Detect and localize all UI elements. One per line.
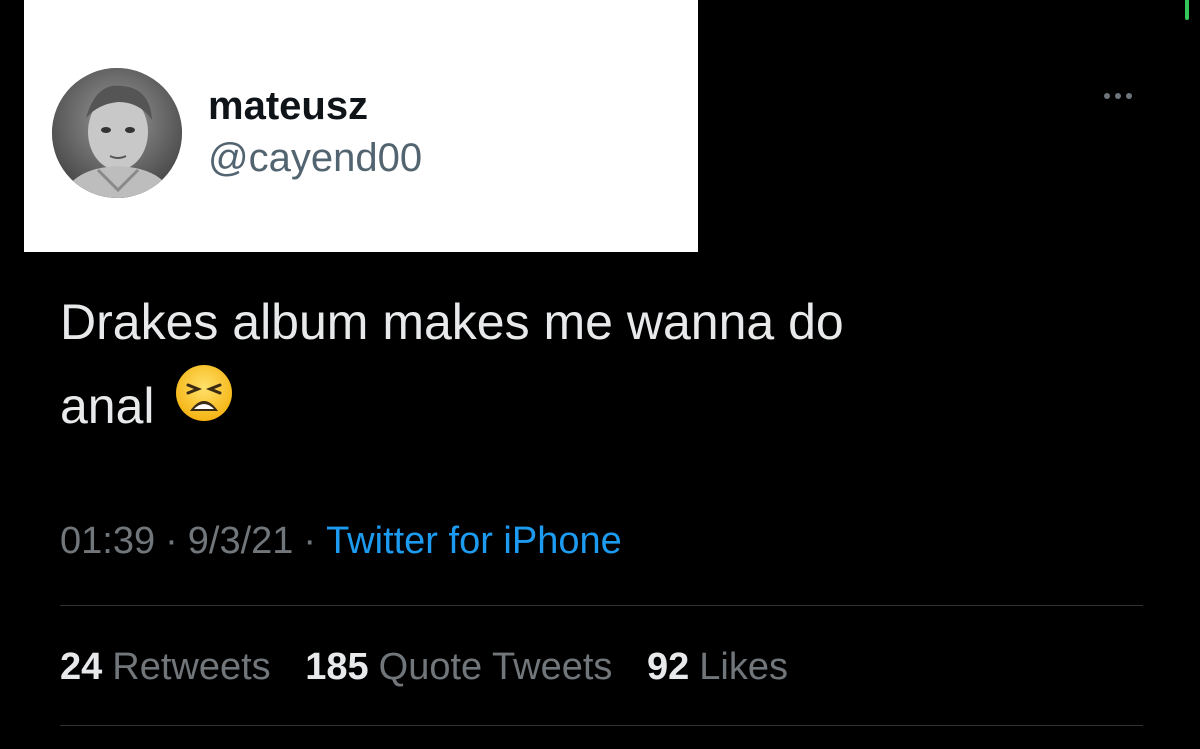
avatar[interactable] <box>52 68 182 198</box>
tweet-text-word: anal <box>60 378 155 434</box>
engagement-stats: 24 Retweets 185 Quote Tweets 92 Likes <box>60 642 812 692</box>
retweets-label: Retweets <box>112 646 271 688</box>
divider <box>60 725 1143 726</box>
tweet-metadata: 01:39 · 9/3/21 · Twitter for iPhone <box>60 516 622 566</box>
username-handle[interactable]: @cayend00 <box>208 134 422 182</box>
tweet-text-line: anal <box>60 364 1140 452</box>
tweet-source-link[interactable]: Twitter for iPhone <box>326 520 622 562</box>
tweet-text-line: Drakes album makes me wanna do <box>60 294 844 350</box>
quote-tweets-label: Quote Tweets <box>378 646 613 688</box>
status-indicator <box>1185 0 1189 20</box>
display-name[interactable]: mateusz <box>208 82 368 130</box>
separator: · <box>165 520 178 562</box>
weary-face-icon <box>174 363 234 448</box>
more-options-button[interactable] <box>1094 84 1142 108</box>
divider <box>60 605 1143 606</box>
author-header: mateusz @cayend00 <box>24 0 698 252</box>
more-options-icon-dot <box>1115 93 1121 99</box>
tweet-date[interactable]: 9/3/21 <box>188 520 294 562</box>
quote-tweets-count: 185 <box>305 646 369 688</box>
avatar-photo <box>52 68 182 198</box>
more-options-icon <box>1104 93 1110 99</box>
retweets-count: 24 <box>60 646 103 688</box>
likes-count: 92 <box>647 646 690 688</box>
separator: · <box>303 520 317 562</box>
likes-stat[interactable]: 92 Likes <box>647 646 788 688</box>
more-options-icon-dot <box>1126 93 1132 99</box>
quote-tweets-stat[interactable]: 185 Quote Tweets <box>305 646 612 688</box>
tweet-text: Drakes album makes me wanna do anal <box>60 280 1140 452</box>
likes-label: Likes <box>699 646 788 688</box>
retweets-stat[interactable]: 24 Retweets <box>60 646 271 688</box>
tweet-time[interactable]: 01:39 <box>60 520 155 562</box>
